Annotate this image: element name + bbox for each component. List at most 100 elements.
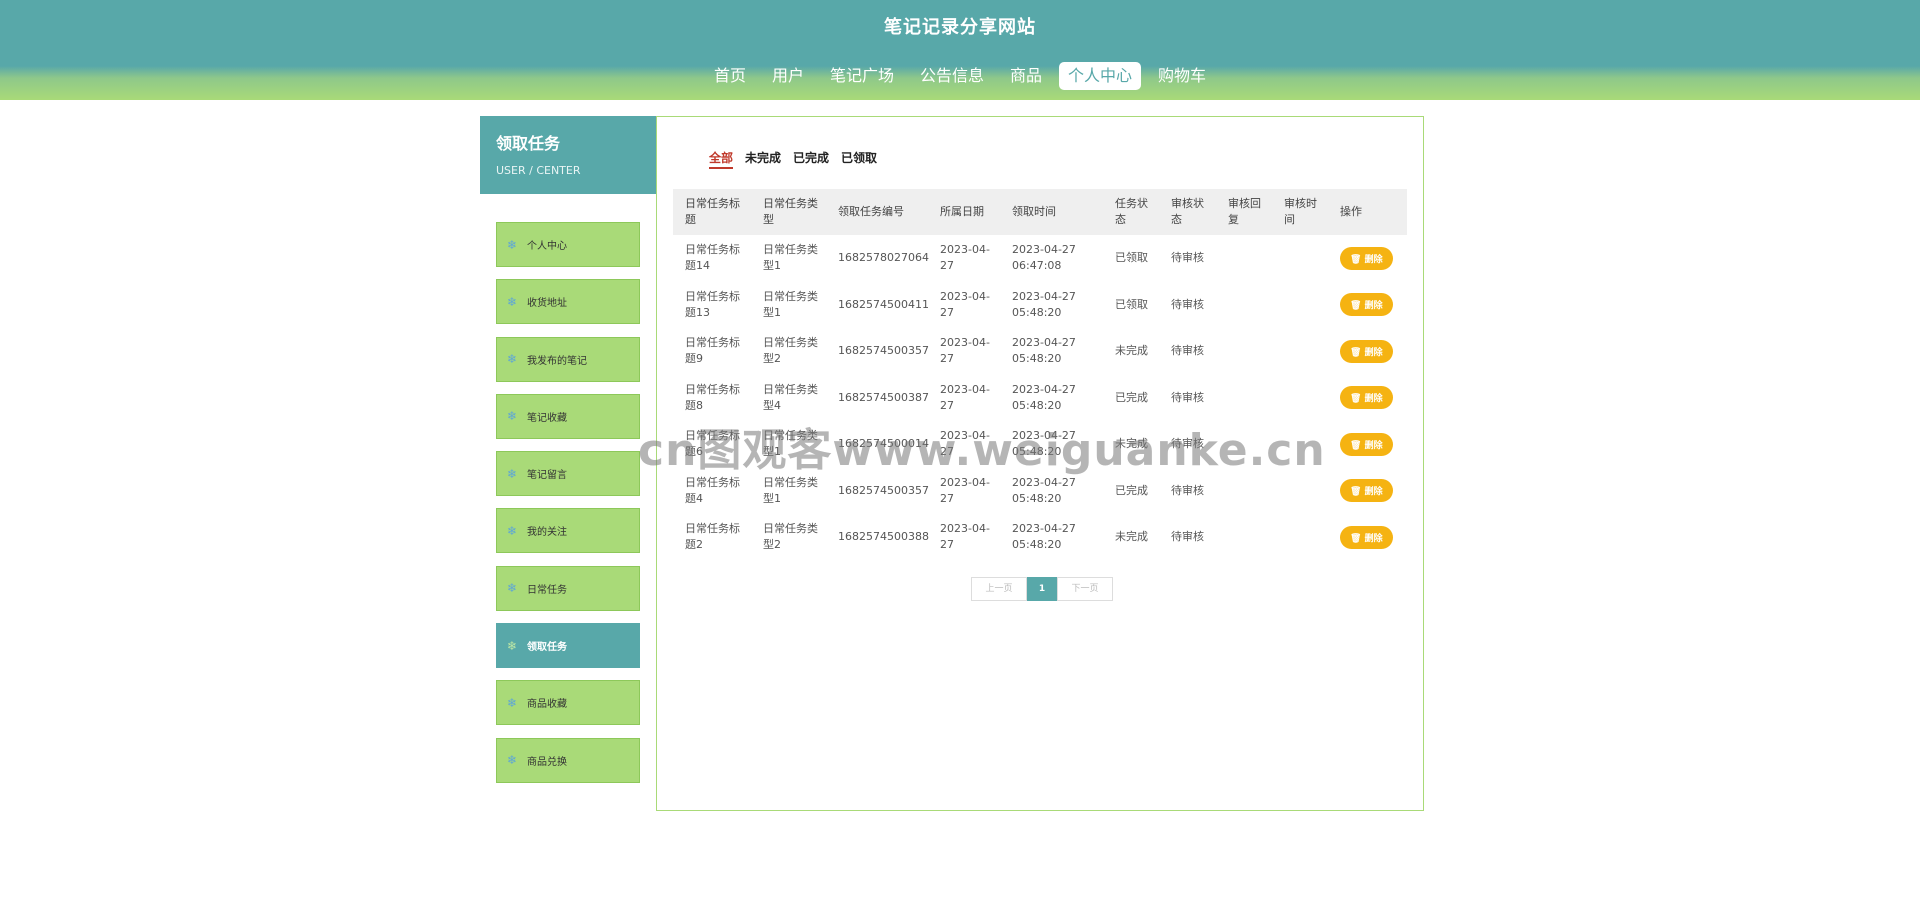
column-header: 审核回复 — [1228, 197, 1261, 226]
sidebar-item-label: 笔记收藏 — [527, 412, 567, 424]
cell-type: 日常任务类型2 — [763, 336, 818, 366]
cell-date: 2023-04-27 — [940, 382, 990, 412]
cell-code: 1682574500387 — [838, 390, 929, 404]
table-row: 日常任务标题4 日常任务类型1 1682574500357 2023-04-27 202… — [673, 468, 1407, 515]
nav-item-products[interactable]: 商品 — [1001, 62, 1051, 90]
sidebar-item-label: 收货地址 — [527, 298, 567, 310]
sidebar-item[interactable]: ❄ 收货地址 — [496, 279, 640, 325]
cell-reply — [1216, 235, 1272, 282]
sidebar-item[interactable]: ❄ 商品收藏 — [496, 680, 640, 726]
sidebar-item[interactable]: ❄ 领取任务 — [496, 623, 640, 669]
cell-action: 🗑 删除 — [1328, 421, 1407, 468]
tasks-table: 日常任务标题 日常任务类型 领取任务编号 所属日期 领取时间 任务状态 审核状态 审核回复 审核… — [673, 189, 1407, 561]
nav-item-users[interactable]: 用户 — [763, 62, 813, 90]
cell-audit-time — [1272, 375, 1328, 422]
delete-label: 删除 — [1364, 440, 1383, 451]
sidebar-item-label: 我的关注 — [527, 527, 567, 539]
cell-title: 日常任务标题9 — [685, 336, 740, 366]
delete-label: 删除 — [1364, 347, 1383, 358]
trash-icon: 🗑 — [1350, 440, 1365, 451]
cell-time: 2023-04-27 05:48:20 — [1012, 382, 1076, 412]
cell-action: 🗑 删除 — [1328, 514, 1407, 561]
delete-button[interactable]: 🗑 删除 — [1340, 246, 1393, 270]
snowflake-icon: ❄ — [507, 466, 518, 481]
sidebar-item[interactable]: ❄ 个人中心 — [496, 222, 640, 267]
delete-button[interactable]: 🗑 删除 — [1340, 479, 1393, 503]
delete-label: 删除 — [1364, 301, 1383, 312]
column-header: 领取任务编号 — [838, 205, 904, 218]
cell-date: 2023-04-27 — [940, 289, 990, 319]
delete-label: 删除 — [1364, 394, 1383, 405]
sidebar-menu: ❄ 个人中心 ❄ 收货地址 ❄ 我发布的笔记 ❄ 笔记收藏 ❄ 笔记留言 ❄ 我的关注 ❄ 日常任务 ❄ 领取… — [496, 222, 640, 795]
delete-button[interactable]: 🗑 删除 — [1340, 386, 1393, 410]
sidebar-item[interactable]: ❄ 商品兑换 — [496, 737, 640, 783]
cell-date: 2023-04-27 — [940, 243, 990, 273]
sidebar-item[interactable]: ❄ 笔记收藏 — [496, 393, 640, 439]
trash-icon: 🗑 — [1350, 254, 1365, 265]
cell-audit-time — [1272, 282, 1328, 329]
snowflake-icon: ❄ — [507, 523, 518, 538]
nav-item-personal-center[interactable]: 个人中心 — [1059, 62, 1142, 90]
sidebar-item[interactable]: ❄ 我发布的笔记 — [496, 336, 640, 382]
cell-audit: 待审核 — [1171, 437, 1204, 451]
cell-title: 日常任务标题6 — [685, 429, 740, 459]
cell-date: 2023-04-27 — [940, 429, 990, 459]
cell-code: 1682574500411 — [838, 297, 929, 311]
snowflake-icon: ❄ — [507, 294, 518, 309]
cell-audit-time — [1272, 328, 1328, 375]
sidebar-item[interactable]: ❄ 日常任务 — [496, 565, 640, 611]
nav-item-notes-square[interactable]: 笔记广场 — [821, 62, 903, 90]
filter-tab[interactable]: 未完成 — [745, 149, 781, 169]
cell-status: 已完成 — [1115, 390, 1148, 404]
cell-audit: 待审核 — [1171, 344, 1204, 358]
cell-status: 未完成 — [1115, 437, 1148, 451]
trash-icon: 🗑 — [1350, 533, 1365, 544]
delete-label: 删除 — [1364, 254, 1383, 265]
cell-code: 1682574500014 — [838, 437, 929, 451]
cell-type: 日常任务类型2 — [763, 522, 818, 552]
column-header: 所属日期 — [940, 205, 984, 218]
sidebar-subtitle: USER / CENTER — [496, 164, 581, 177]
nav-item-home[interactable]: 首页 — [705, 62, 755, 90]
column-header: 日常任务标题 — [685, 197, 740, 226]
cell-time: 2023-04-27 05:48:20 — [1012, 475, 1076, 505]
sidebar-item[interactable]: ❄ 我的关注 — [496, 508, 640, 554]
trash-icon: 🗑 — [1350, 301, 1365, 312]
cell-audit: 待审核 — [1171, 530, 1204, 544]
sidebar-item-label: 个人中心 — [527, 241, 567, 252]
cell-audit-time — [1272, 468, 1328, 515]
filter-tab[interactable]: 已领取 — [841, 149, 877, 169]
cell-time: 2023-04-27 05:48:20 — [1012, 522, 1076, 552]
delete-button[interactable]: 🗑 删除 — [1340, 339, 1393, 363]
sidebar-item-label: 笔记留言 — [527, 470, 567, 482]
cell-audit-time — [1272, 235, 1328, 282]
cell-date: 2023-04-27 — [940, 475, 990, 505]
nav-item-announcements[interactable]: 公告信息 — [911, 62, 993, 90]
trash-icon: 🗑 — [1350, 394, 1365, 405]
sidebar-item-label: 商品收藏 — [527, 699, 567, 711]
cell-title: 日常任务标题14 — [685, 243, 740, 273]
filter-tab[interactable]: 已完成 — [793, 149, 829, 169]
cell-type: 日常任务类型4 — [763, 382, 818, 412]
cell-action: 🗑 删除 — [1328, 375, 1407, 422]
nav-item-cart[interactable]: 购物车 — [1149, 62, 1215, 90]
cell-title: 日常任务标题2 — [685, 522, 740, 552]
cell-action: 🗑 删除 — [1328, 328, 1407, 375]
trash-icon: 🗑 — [1350, 347, 1365, 358]
cell-title: 日常任务标题8 — [685, 382, 740, 412]
delete-button[interactable]: 🗑 删除 — [1340, 432, 1393, 456]
cell-status: 已完成 — [1115, 483, 1148, 497]
table-row: 日常任务标题9 日常任务类型2 1682574500357 2023-04-27 202… — [673, 328, 1407, 375]
delete-button[interactable]: 🗑 删除 — [1340, 293, 1393, 317]
prev-page-button[interactable]: 上一页 — [971, 577, 1027, 601]
main-nav: 首页 用户 笔记广场 公告信息 商品 个人中心 购物车 — [0, 62, 1920, 90]
cell-type: 日常任务类型1 — [763, 475, 818, 505]
sidebar-item[interactable]: ❄ 笔记留言 — [496, 451, 640, 497]
cell-status: 未完成 — [1115, 530, 1148, 544]
delete-button[interactable]: 🗑 删除 — [1340, 525, 1393, 549]
page-1-button[interactable]: 1 — [1027, 577, 1057, 601]
filter-tab[interactable]: 全部 — [709, 149, 734, 169]
cell-date: 2023-04-27 — [940, 336, 990, 366]
sidebar-item-label: 我发布的笔记 — [527, 355, 587, 367]
next-page-button[interactable]: 下一页 — [1057, 577, 1113, 601]
